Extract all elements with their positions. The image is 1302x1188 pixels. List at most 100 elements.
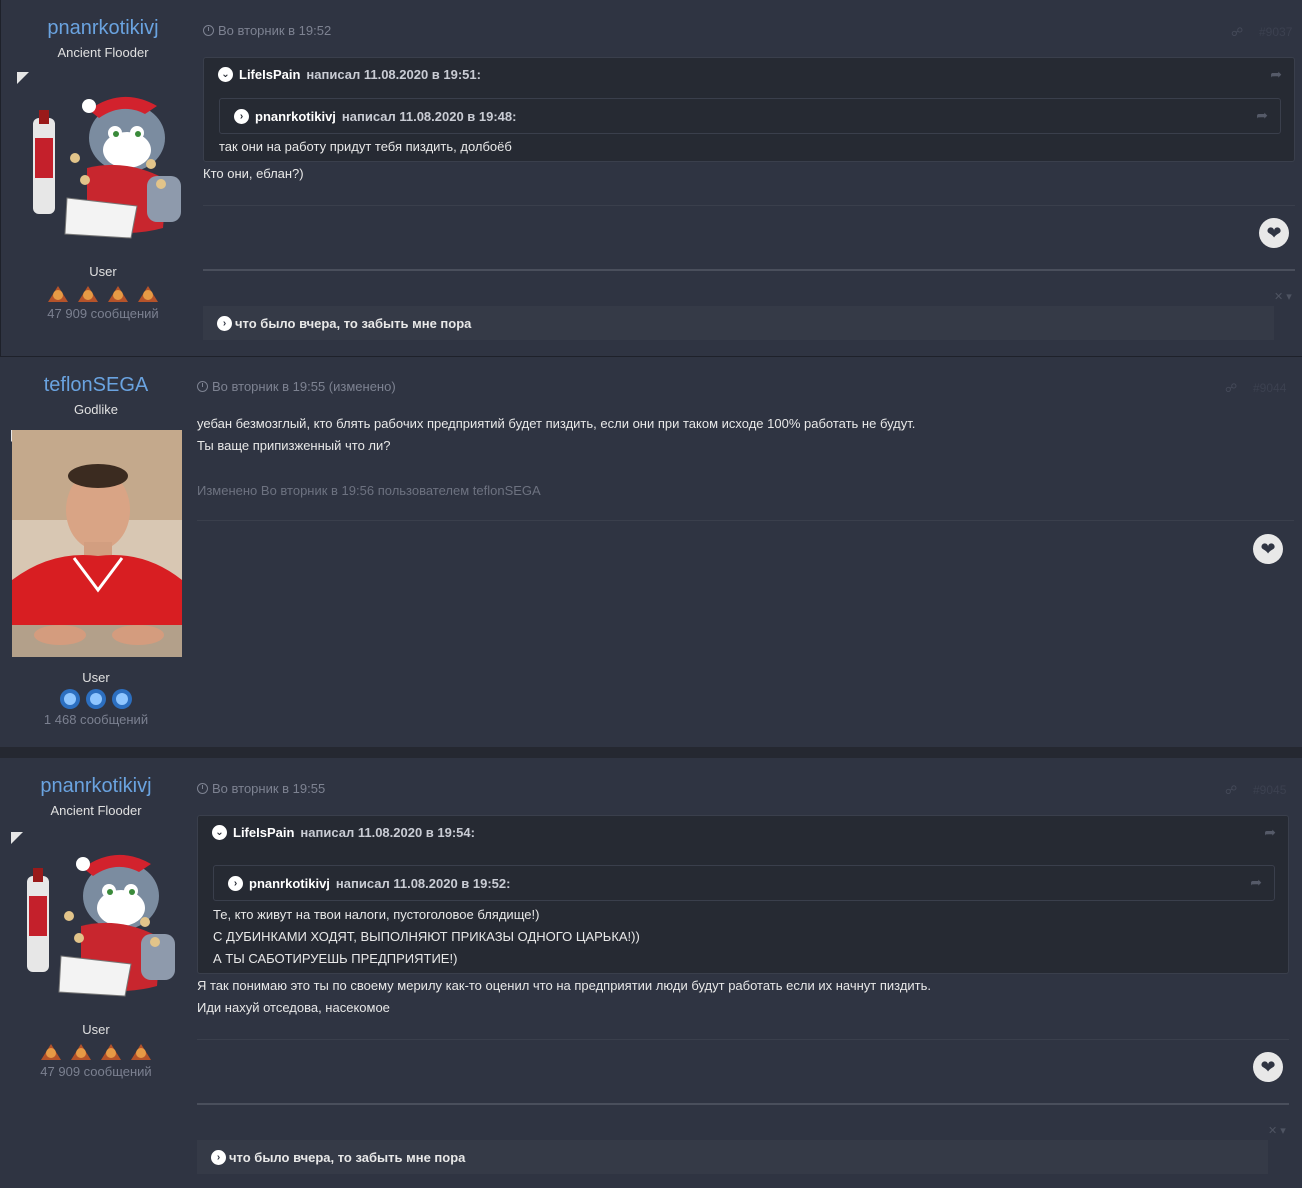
rank-badges bbox=[3, 282, 203, 304]
signature-text: что было вчера, то забыть мне пора bbox=[229, 1149, 466, 1165]
author-rank: Godlike bbox=[73, 402, 119, 417]
author-post-count[interactable]: 1 468 сообщений bbox=[0, 712, 196, 727]
avatar[interactable] bbox=[12, 430, 182, 657]
quote-toggle-icon[interactable]: ⌄ bbox=[218, 66, 233, 82]
post-number[interactable]: #9037 bbox=[1259, 25, 1292, 39]
quote-meta: написал 11.08.2020 в 19:52: bbox=[335, 875, 511, 891]
clock-icon bbox=[197, 783, 208, 794]
author-panel: pnanrkotikivj Ancient Flooder bbox=[3, 0, 203, 60]
post-separator bbox=[0, 747, 1302, 758]
quote-meta: написал 11.08.2020 в 19:51: bbox=[306, 66, 481, 82]
post-text-line: уебан безмозглый, кто блять рабочих пред… bbox=[197, 416, 916, 431]
post-meta: Во вторник в 19:55 bbox=[197, 781, 325, 796]
author-stats: User 1 468 сообщений bbox=[0, 670, 196, 727]
share-icon[interactable]: ☍ bbox=[1231, 25, 1243, 39]
author-stats: User 47 909 сообщений bbox=[3, 264, 203, 321]
badge-icon bbox=[60, 689, 80, 709]
quote-text: так они на работу придут тебя пиздить, д… bbox=[219, 139, 512, 154]
edited-note: Изменено Во вторник в 19:56 пользователе… bbox=[197, 483, 541, 498]
quote-link-icon[interactable]: › bbox=[234, 108, 249, 124]
corner-marker bbox=[17, 72, 29, 84]
badge-icon bbox=[101, 1044, 121, 1060]
badge-icon bbox=[86, 689, 106, 709]
corner-marker bbox=[11, 832, 23, 844]
share-icon[interactable]: ☍ bbox=[1225, 381, 1237, 395]
quote-share-icon[interactable]: ➦ bbox=[1270, 66, 1282, 83]
author-stats: User 47 909 сообщений bbox=[0, 1022, 196, 1079]
quote-share-icon[interactable]: ➦ bbox=[1250, 874, 1262, 891]
post-time[interactable]: Во вторник в 19:52 bbox=[218, 23, 331, 38]
heart-icon[interactable]: ❤ bbox=[1253, 1052, 1283, 1082]
divider bbox=[203, 269, 1295, 271]
heart-icon[interactable]: ❤ bbox=[1253, 534, 1283, 564]
heart-icon[interactable]: ❤ bbox=[1259, 218, 1289, 248]
divider bbox=[203, 205, 1295, 206]
signature-arrow-icon: › bbox=[211, 1149, 226, 1165]
quote-user[interactable]: pnanrkotikivj bbox=[249, 876, 330, 891]
post-meta: Во вторник в 19:55 (изменено) bbox=[197, 379, 396, 394]
author-name[interactable]: pnanrkotikivj bbox=[0, 775, 196, 798]
post-meta: Во вторник в 19:52 bbox=[203, 23, 331, 38]
badge-icon bbox=[138, 286, 158, 302]
quote-text-line: С ДУБИНКАМИ ХОДЯТ, ВЫПОЛНЯЮТ ПРИКАЗЫ ОДН… bbox=[213, 929, 640, 944]
badge-icon bbox=[78, 286, 98, 302]
author-post-count[interactable]: 47 909 сообщений bbox=[3, 306, 203, 321]
quote-link-icon[interactable]: › bbox=[228, 875, 243, 891]
author-panel: teflonSEGA Godlike bbox=[0, 357, 196, 417]
badge-icon bbox=[48, 286, 68, 302]
quote-header: › pnanrkotikivj написал 11.08.2020 в 19:… bbox=[220, 99, 1280, 133]
share-icon[interactable]: ☍ bbox=[1225, 783, 1237, 797]
quote-outer: ⌄ LifeIsPain написал 11.08.2020 в 19:51:… bbox=[203, 57, 1295, 162]
badge-icon bbox=[41, 1044, 61, 1060]
post-text-line: Иди нахуй отседова, насекомое bbox=[197, 1000, 390, 1015]
quote-inner: › pnanrkotikivj написал 11.08.2020 в 19:… bbox=[213, 865, 1275, 901]
author-panel: pnanrkotikivj Ancient Flooder bbox=[0, 758, 196, 818]
badge-icon bbox=[71, 1044, 91, 1060]
author-rank: Ancient Flooder bbox=[57, 45, 149, 60]
post-number[interactable]: #9045 bbox=[1253, 783, 1286, 797]
badge-icon bbox=[112, 689, 132, 709]
clock-icon bbox=[203, 25, 214, 36]
author-name[interactable]: pnanrkotikivj bbox=[3, 17, 203, 40]
rank-badges bbox=[0, 1040, 196, 1062]
divider bbox=[197, 520, 1294, 521]
post-time[interactable]: Во вторник в 19:55 bbox=[212, 781, 325, 796]
signature-text: что было вчера, то забыть мне пора bbox=[235, 315, 472, 331]
divider bbox=[197, 1103, 1289, 1105]
close-icon[interactable]: ✕ ▾ bbox=[1274, 290, 1292, 303]
author-group: User bbox=[89, 264, 117, 279]
badge-icon bbox=[131, 1044, 151, 1060]
post-9037: pnanrkotikivj Ancient Flooder User 47 90… bbox=[0, 0, 1302, 357]
post-body: уебан безмозглый, кто блять рабочих пред… bbox=[197, 413, 915, 457]
close-icon[interactable]: ✕ ▾ bbox=[1268, 1124, 1286, 1137]
clock-icon bbox=[197, 381, 208, 392]
author-name[interactable]: teflonSEGA bbox=[0, 374, 196, 397]
author-post-count[interactable]: 47 909 сообщений bbox=[0, 1064, 196, 1079]
post-text-line: Ты ваще припизженный что ли? bbox=[197, 438, 391, 453]
avatar[interactable] bbox=[27, 88, 183, 244]
quote-text-line: Те, кто живут на твои налоги, пустоголов… bbox=[213, 907, 540, 922]
post-9044: teflonSEGA Godlike User 1 468 сообщений … bbox=[0, 357, 1302, 747]
quote-inner: › pnanrkotikivj написал 11.08.2020 в 19:… bbox=[219, 98, 1281, 134]
quote-toggle-icon[interactable]: ⌄ bbox=[212, 824, 227, 840]
rank-badges bbox=[0, 688, 196, 710]
post-body: Кто они, еблан?) bbox=[203, 163, 304, 185]
quote-share-icon[interactable]: ➦ bbox=[1264, 824, 1276, 841]
quote-text: Те, кто живут на твои налоги, пустоголов… bbox=[213, 904, 640, 970]
quote-text-line: А ТЫ САБОТИРУЕШЬ ПРЕДПРИЯТИЕ!) bbox=[213, 951, 458, 966]
signature: › что было вчера, то забыть мне пора bbox=[203, 306, 1274, 340]
author-rank: Ancient Flooder bbox=[50, 803, 142, 818]
signature: › что было вчера, то забыть мне пора bbox=[197, 1140, 1268, 1174]
signature-arrow-icon: › bbox=[217, 315, 232, 331]
quote-meta: написал 11.08.2020 в 19:54: bbox=[300, 824, 475, 840]
quote-user[interactable]: LifeIsPain bbox=[233, 825, 294, 840]
post-number[interactable]: #9044 bbox=[1253, 381, 1286, 395]
post-text-line: Я так понимаю это ты по своему мерилу ка… bbox=[197, 978, 932, 993]
quote-user[interactable]: pnanrkotikivj bbox=[255, 109, 336, 124]
avatar[interactable] bbox=[21, 846, 177, 1002]
post-time[interactable]: Во вторник в 19:55 (изменено) bbox=[212, 379, 396, 394]
quote-share-icon[interactable]: ➦ bbox=[1256, 107, 1268, 124]
divider bbox=[197, 1039, 1289, 1040]
post-body: Я так понимаю это ты по своему мерилу ка… bbox=[197, 975, 931, 1019]
quote-user[interactable]: LifeIsPain bbox=[239, 67, 300, 82]
